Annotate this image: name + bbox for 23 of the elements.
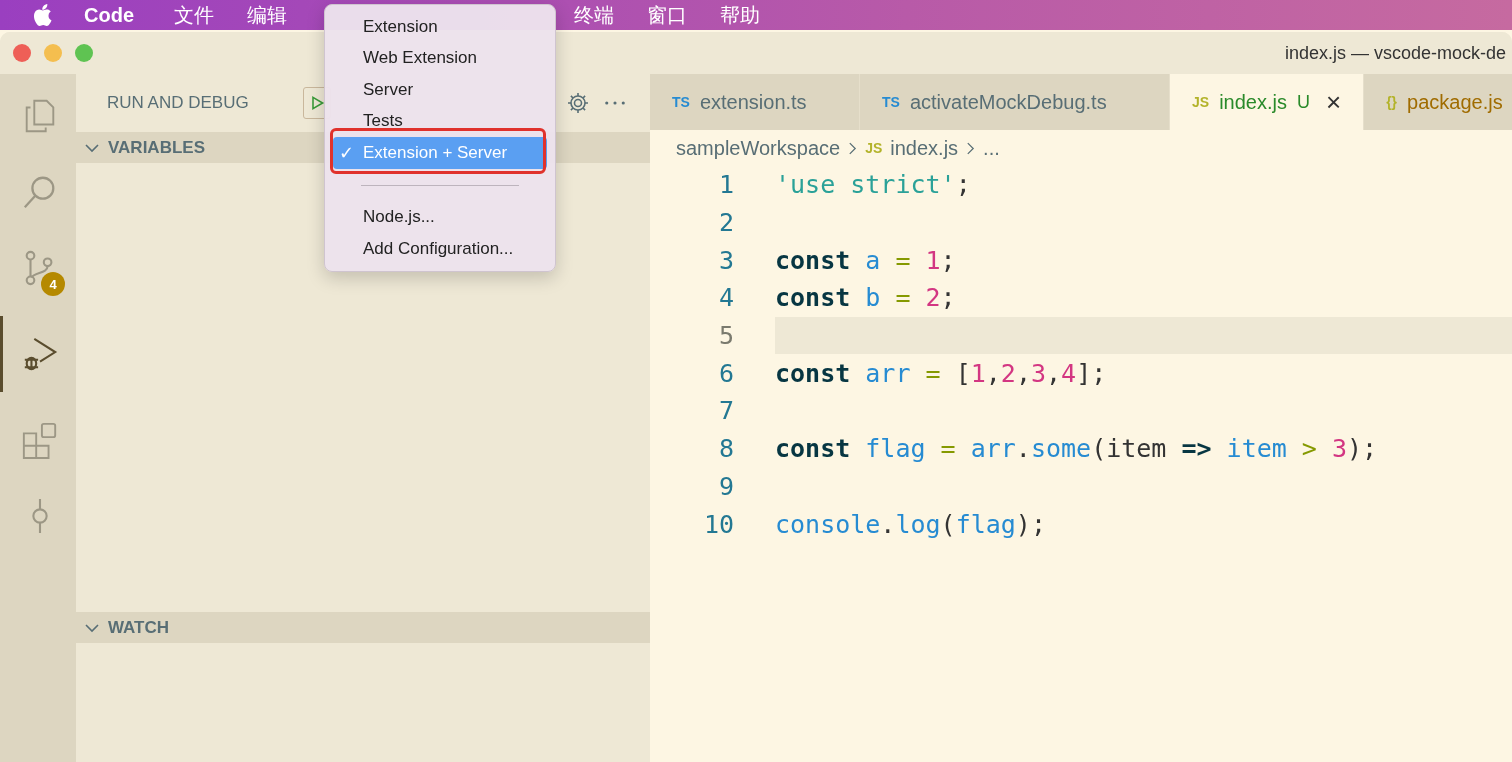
panel-title: RUN AND DEBUG bbox=[107, 93, 249, 113]
file-type-icon: TS bbox=[672, 94, 690, 110]
code-line: const flag = arr.some(item => item > 3); bbox=[775, 433, 1379, 466]
line-number: 7 bbox=[717, 396, 734, 426]
code-line: console.log(flag); bbox=[775, 508, 1047, 541]
line-number: 9 bbox=[717, 471, 734, 501]
line-number: 2 bbox=[717, 208, 734, 238]
file-type-icon: {} bbox=[1386, 94, 1398, 110]
line-number: 5 bbox=[717, 321, 734, 351]
line-number: 1 bbox=[717, 170, 734, 200]
line-number: 3 bbox=[717, 245, 734, 275]
code-line: const b = 2; bbox=[775, 282, 957, 315]
line-number: 6 bbox=[717, 358, 734, 388]
window-title: index.js — vscode-mock-de bbox=[1284, 42, 1507, 64]
line-number: 10 bbox=[702, 509, 734, 539]
file-type-icon: JS bbox=[1192, 94, 1210, 110]
count-badge: 4 bbox=[41, 272, 65, 296]
line-number: 8 bbox=[717, 434, 734, 464]
line-number: 4 bbox=[717, 283, 734, 313]
code-line: 'use strict'; bbox=[775, 169, 972, 202]
file-type-icon: TS bbox=[882, 94, 900, 110]
code-line: const arr = [1,2,3,4]; bbox=[775, 357, 1108, 390]
code-line: const a = 1; bbox=[775, 244, 957, 277]
